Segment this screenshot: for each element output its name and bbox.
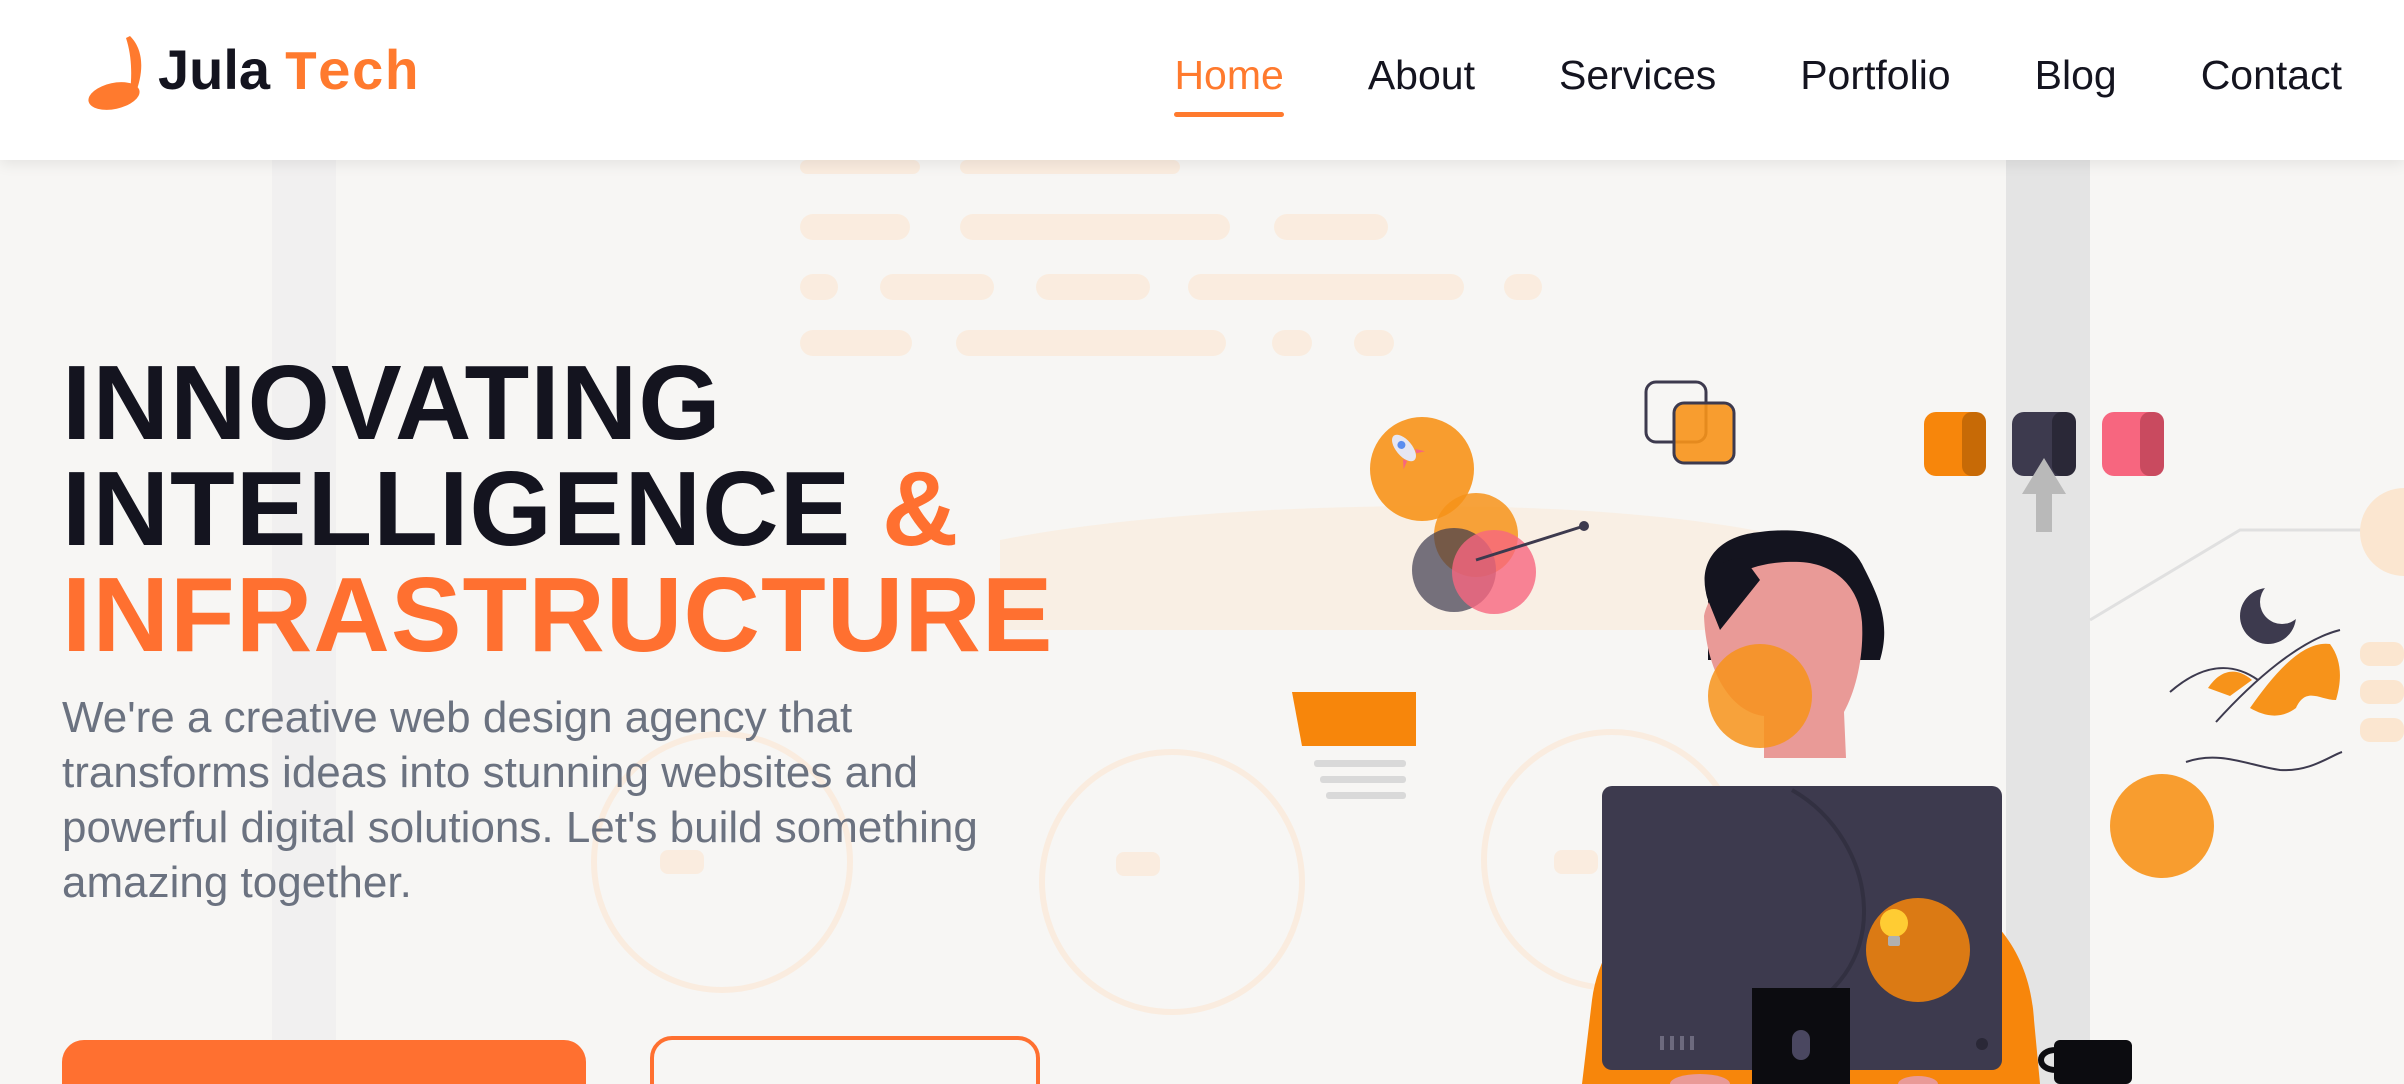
hero-primary-button[interactable] <box>62 1040 586 1084</box>
hero-title-line3: INFRASTRUCTURE <box>62 556 1054 674</box>
hero-title: INNOVATING INTELLIGENCE & INFRASTRUCTURE <box>62 350 1054 668</box>
nav-blog[interactable]: Blog <box>2035 52 2117 117</box>
site-header: Jula Tech Home About Services Portfolio … <box>0 0 2404 160</box>
brand-name-jula: Jula <box>158 38 271 101</box>
hero-description: We're a creative web design agency that … <box>62 693 978 907</box>
hero-title-line2: INTELLIGENCE <box>62 450 852 568</box>
nav-home[interactable]: Home <box>1174 52 1285 117</box>
nav-contact[interactable]: Contact <box>2201 52 2342 117</box>
brand-logo[interactable]: Jula Tech <box>86 32 418 112</box>
nav-about[interactable]: About <box>1368 52 1475 117</box>
brand-name-tech: Tech <box>284 42 419 106</box>
hero-title-ampersand: & <box>881 450 960 568</box>
nav-portfolio[interactable]: Portfolio <box>1800 52 1950 117</box>
hero-title-line1: INNOVATING <box>62 344 722 462</box>
music-note-logo-icon <box>88 36 142 110</box>
hero-section: INNOVATING INTELLIGENCE & INFRASTRUCTURE… <box>0 160 2404 1084</box>
hero-secondary-button[interactable] <box>650 1036 1040 1084</box>
nav-services[interactable]: Services <box>1559 52 1716 117</box>
main-nav: Home About Services Portfolio Blog Conta… <box>1090 52 2342 117</box>
